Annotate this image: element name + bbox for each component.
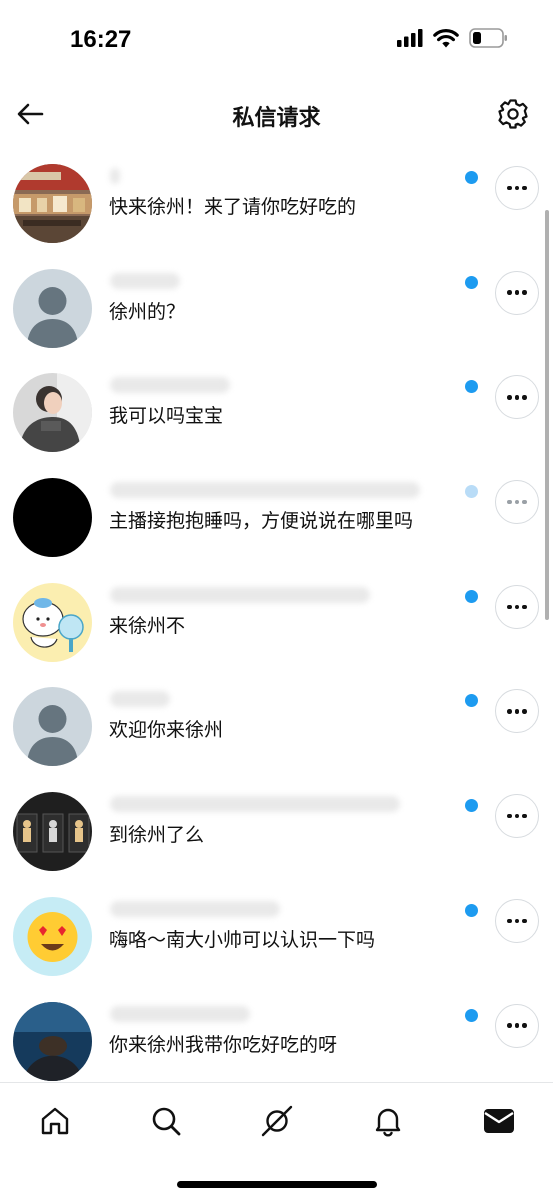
request-row[interactable]: 欢迎你来徐州 [0,673,553,778]
message-preview: 欢迎你来徐州 [109,719,224,742]
more-options-button[interactable] [495,898,539,943]
message-request-list: 快来徐州！来了请你吃好吃的 徐州的？ 我可以吗宝宝 主播接抱抱睡吗，方便说说在哪… [0,150,553,1082]
settings-button[interactable] [493,94,533,134]
home-indicator [177,1181,377,1188]
message-preview: 我可以吗宝宝 [109,405,224,428]
more-options-button[interactable] [495,375,539,420]
gear-icon [498,99,528,129]
message-preview: 嗨咯～南大小帅可以认识一下吗 [109,928,376,951]
avatar [13,478,92,558]
more-options-button[interactable] [495,689,539,734]
more-dots-icon [507,709,512,714]
more-options-button[interactable] [495,584,539,629]
tab-notifications[interactable] [366,1099,410,1143]
tab-messages[interactable] [477,1099,521,1143]
bell-icon [375,1108,401,1137]
scrollbar[interactable] [545,210,549,620]
more-options-button[interactable] [495,794,539,839]
status-time: 16:27 [70,26,132,53]
unread-dot [465,171,478,184]
sender-name-blurred [110,482,420,499]
more-dots-icon [507,604,512,609]
more-dots-icon [507,185,512,191]
more-dots-icon [507,1023,512,1028]
spaces-icon [261,1105,293,1137]
more-options-button[interactable] [495,270,539,315]
avatar [13,687,92,767]
more-dots-icon [507,290,512,295]
avatar [13,268,92,348]
message-preview: 快来徐州！来了请你吃好吃的 [109,196,357,218]
request-row[interactable]: 我可以吗宝宝 [0,359,553,464]
more-dots-icon [507,918,512,924]
more-options-button[interactable] [495,480,539,525]
status-bar: 16:27 [0,0,553,80]
request-row[interactable]: 嗨咯～南大小帅可以认识一下吗 [0,883,553,988]
sender-name-blurred [110,168,120,184]
tab-search[interactable] [144,1099,188,1143]
battery-icon [469,28,509,52]
unread-dot [465,485,478,499]
tab-home[interactable] [33,1099,77,1143]
message-preview: 到徐州了么 [109,824,205,847]
header: 私信请求 [0,84,553,144]
sender-name-blurred [110,900,280,917]
tab-spaces[interactable] [255,1099,299,1143]
sender-name-blurred [110,1005,250,1022]
avatar [13,896,92,976]
more-options-button[interactable] [495,1003,539,1048]
request-row[interactable]: 到徐州了么 [0,778,553,883]
request-row[interactable]: 快来徐州！来了请你吃好吃的 [0,150,553,255]
unread-dot [465,589,478,603]
more-dots-icon [507,813,512,819]
avatar [13,582,92,662]
home-icon [41,1107,69,1135]
unread-dot [465,694,478,708]
sender-name-blurred [110,796,400,813]
more-dots-icon [507,395,512,400]
request-row[interactable]: 徐州的？ [0,255,553,360]
sender-name-blurred [110,691,170,708]
more-dots-icon [507,499,512,505]
search-icon [152,1107,181,1136]
more-options-button[interactable] [495,166,539,210]
unread-dot [465,799,478,813]
avatar [13,792,92,872]
avatar [13,164,92,243]
unread-dot [465,380,478,394]
mail-icon [484,1109,514,1133]
sender-name-blurred [110,272,180,289]
unread-dot [465,275,478,289]
message-preview: 徐州的？ [109,300,186,323]
cellular-signal-icon [397,29,423,51]
page-title: 私信请求 [232,106,321,131]
message-preview: 来徐州不 [109,614,186,637]
message-preview: 主播接抱抱睡吗，方便说说在哪里吗 [109,510,414,533]
status-icons [397,28,509,52]
request-row[interactable]: 主播接抱抱睡吗，方便说说在哪里吗 [0,464,553,569]
wifi-icon [433,28,459,52]
unread-dot [465,903,478,917]
request-row[interactable]: 你来徐州我带你吃好吃的呀 [0,988,553,1083]
request-row[interactable]: 来徐州不 [0,569,553,674]
avatar [13,373,92,453]
sender-name-blurred [110,586,370,603]
sender-name-blurred [110,377,230,394]
avatar [13,1001,92,1081]
unread-dot [465,1008,478,1022]
message-preview: 你来徐州我带你吃好吃的呀 [109,1033,338,1056]
dm-requests-screen: 16:27 私信请求 快来徐州！来了请你吃好吃的 徐州的？ 我可以吗宝宝 主播接… [0,0,553,1200]
